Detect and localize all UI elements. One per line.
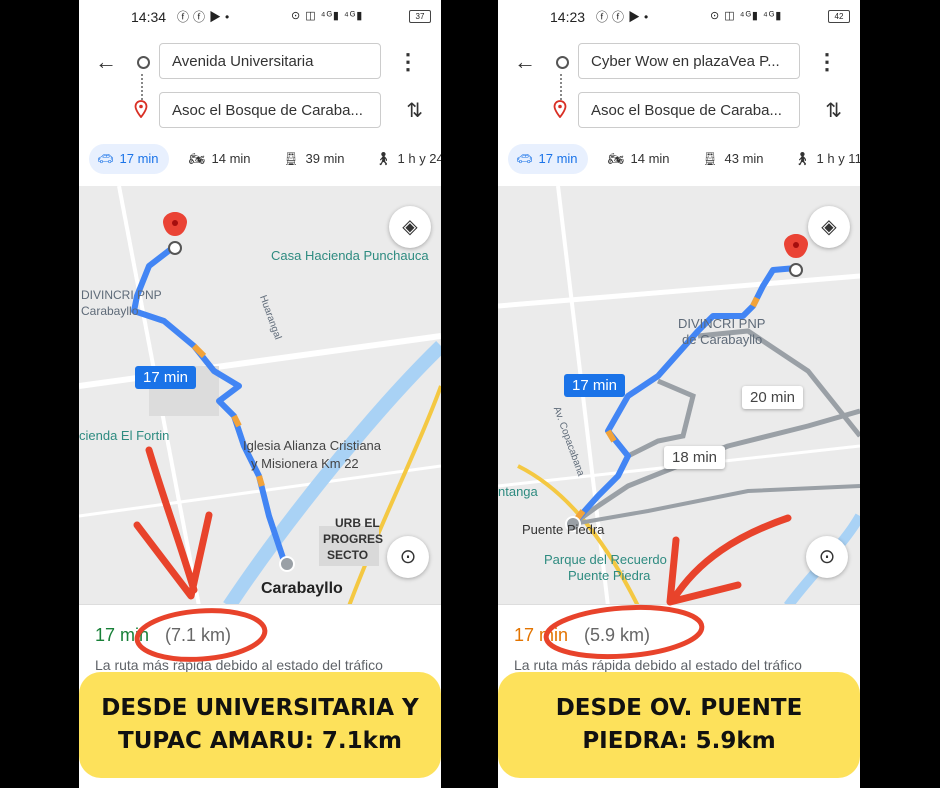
route-duration-badge[interactable]: 17 min: [135, 366, 197, 389]
summary-duration: 17 min: [514, 625, 569, 645]
directions-header: ← Avenida Universitaria Asoc el Bosque d…: [79, 34, 441, 138]
back-arrow-icon[interactable]: ←: [95, 50, 119, 74]
summary-description: La ruta más rápida debido al estado del …: [95, 657, 383, 673]
callout-box: DESDE UNIVERSITARIA Y TUPAC AMARU: 7.1km: [79, 672, 441, 778]
map-canvas: [498, 186, 860, 606]
mode-tab-label: 14 min: [211, 151, 251, 166]
mode-tab-label: 1 h y 24: [397, 151, 441, 166]
destination-field[interactable]: Asoc el Bosque de Caraba...: [159, 92, 381, 128]
mode-tab-label: 14 min: [630, 151, 670, 166]
notification-icons: ⓕⓕ▶•: [177, 10, 234, 24]
walk-icon: 🚶︎: [794, 151, 811, 166]
map-label: y Misionera Km 22: [251, 456, 359, 471]
car-icon: 🚗︎: [516, 151, 533, 166]
car-icon: 🚗︎: [97, 151, 114, 166]
more-options-icon[interactable]: ⋮: [397, 50, 419, 74]
map-label: Parque del Recuerdo: [544, 552, 667, 567]
status-bar: 14:34 ⓕⓕ▶• ⊙ ◫ ⁴ᴳ▮ ⁴ᴳ▮ 37: [79, 0, 441, 34]
mode-tab-label: 17 min: [119, 151, 159, 166]
map-label: DIVINCRI PNP: [678, 316, 766, 331]
origin-field[interactable]: Avenida Universitaria: [159, 43, 381, 79]
route-dots: [141, 74, 145, 100]
mode-tab-car[interactable]: 🚗︎ 17 min: [508, 144, 588, 174]
summary-description: La ruta más rápida debido al estado del …: [514, 657, 802, 673]
mode-tab-walk[interactable]: 🚶︎ 1 h y 11: [794, 144, 860, 174]
walk-icon: 🚶︎: [375, 151, 392, 166]
map-label: URB EL: [335, 516, 380, 530]
origin-field[interactable]: Cyber Wow en plazaVea P...: [578, 43, 800, 79]
summary-distance: (5.9 km): [584, 625, 651, 645]
mode-tab-transit[interactable]: 🚆︎ 39 min: [283, 144, 345, 174]
motorcycle-icon: 🏍︎: [608, 151, 625, 166]
map-label: Puente Piedra: [568, 568, 651, 583]
map-label: PROGRES: [323, 532, 384, 546]
city-label: Carabayllo: [261, 580, 343, 597]
map-label: Carabayllo: [81, 304, 139, 318]
origin-circle-icon: [556, 56, 569, 69]
mode-tab-label: 1 h y 11: [816, 151, 860, 166]
battery-icon: 37: [409, 10, 431, 23]
map-label: de Carabayllo: [682, 332, 763, 347]
alt-route-badge[interactable]: 20 min: [742, 386, 804, 409]
destination-pin-icon: [553, 100, 567, 118]
summary-duration: 17 min: [95, 625, 150, 645]
map-label: cienda El Fortin: [79, 428, 170, 443]
mode-tab-transit[interactable]: 🚆︎ 43 min: [702, 144, 764, 174]
map-label: ntanga: [498, 484, 538, 499]
status-time: 14:23: [550, 9, 586, 25]
mode-tab-motorcycle[interactable]: 🏍︎ 14 min: [608, 144, 670, 174]
transit-icon: 🚆︎: [702, 151, 719, 166]
origin-circle-icon: [137, 56, 150, 69]
status-bar: 14:23 ⓕⓕ▶• ⊙ ◫ ⁴ᴳ▮ ⁴ᴳ▮ 42: [498, 0, 860, 34]
summary-distance: (7.1 km): [165, 625, 232, 645]
mode-tab-walk[interactable]: 🚶︎ 1 h y 24: [375, 144, 441, 174]
signal-icons: ⊙ ◫ ⁴ᴳ▮ ⁴ᴳ▮: [291, 10, 364, 22]
signal-icons: ⊙ ◫ ⁴ᴳ▮ ⁴ᴳ▮: [710, 10, 783, 22]
route-duration-badge[interactable]: 17 min: [564, 374, 626, 397]
swap-icon[interactable]: ⇅: [825, 98, 842, 123]
swap-icon[interactable]: ⇅: [406, 98, 423, 123]
more-options-icon[interactable]: ⋮: [816, 50, 838, 74]
destination-marker: [789, 263, 803, 277]
notification-icons: ⓕⓕ▶•: [596, 10, 653, 24]
map-label: Iglesia Alianza Cristiana: [243, 438, 382, 453]
travel-mode-tabs: 🚗︎ 17 min 🏍︎ 14 min 🚆︎ 39 min 🚶︎ 1 h y 24: [79, 138, 441, 186]
mode-tab-motorcycle[interactable]: 🏍︎ 14 min: [189, 144, 251, 174]
route-dots: [560, 74, 564, 100]
transit-icon: 🚆︎: [283, 151, 300, 166]
phone-screenshot-left: 14:34 ⓕⓕ▶• ⊙ ◫ ⁴ᴳ▮ ⁴ᴳ▮ 37 ← Avenida Univ…: [79, 0, 441, 788]
my-location-icon[interactable]: ⊙: [806, 536, 848, 578]
mode-tab-label: 39 min: [305, 151, 345, 166]
map-label: Casa Hacienda Punchauca: [271, 248, 429, 263]
alt-route-badge[interactable]: 18 min: [664, 446, 726, 469]
destination-marker: [168, 241, 182, 255]
layers-icon[interactable]: ◈: [808, 206, 850, 248]
directions-header: ← Cyber Wow en plazaVea P... Asoc el Bos…: [498, 34, 860, 138]
map-view[interactable]: ◈ DIVINCRI PNP de Carabayllo 17 min 20 m…: [498, 186, 860, 606]
layers-icon[interactable]: ◈: [389, 206, 431, 248]
mode-tab-label: 17 min: [538, 151, 578, 166]
callout-box: DESDE OV. PUENTE PIEDRA: 5.9km: [498, 672, 860, 778]
mode-tab-label: 43 min: [724, 151, 764, 166]
map-label: SECTO: [327, 548, 369, 562]
my-location-icon[interactable]: ⊙: [387, 536, 429, 578]
motorcycle-icon: 🏍︎: [189, 151, 206, 166]
destination-pin-icon: [134, 100, 148, 118]
map-view[interactable]: ◈ Casa Hacienda Punchauca DIVINCRI PNP C…: [79, 186, 441, 606]
mode-tab-car[interactable]: 🚗︎ 17 min: [89, 144, 169, 174]
status-time: 14:34: [131, 9, 167, 25]
back-arrow-icon[interactable]: ←: [514, 50, 538, 74]
travel-mode-tabs: 🚗︎ 17 min 🏍︎ 14 min 🚆︎ 43 min 🚶︎ 1 h y 11: [498, 138, 860, 186]
battery-icon: 42: [828, 10, 850, 23]
origin-marker: [279, 556, 295, 572]
phone-screenshot-right: 14:23 ⓕⓕ▶• ⊙ ◫ ⁴ᴳ▮ ⁴ᴳ▮ 42 ← Cyber Wow en…: [498, 0, 860, 788]
destination-field[interactable]: Asoc el Bosque de Caraba...: [578, 92, 800, 128]
map-label: Puente Piedra: [522, 522, 605, 537]
map-label: DIVINCRI PNP: [81, 288, 162, 302]
